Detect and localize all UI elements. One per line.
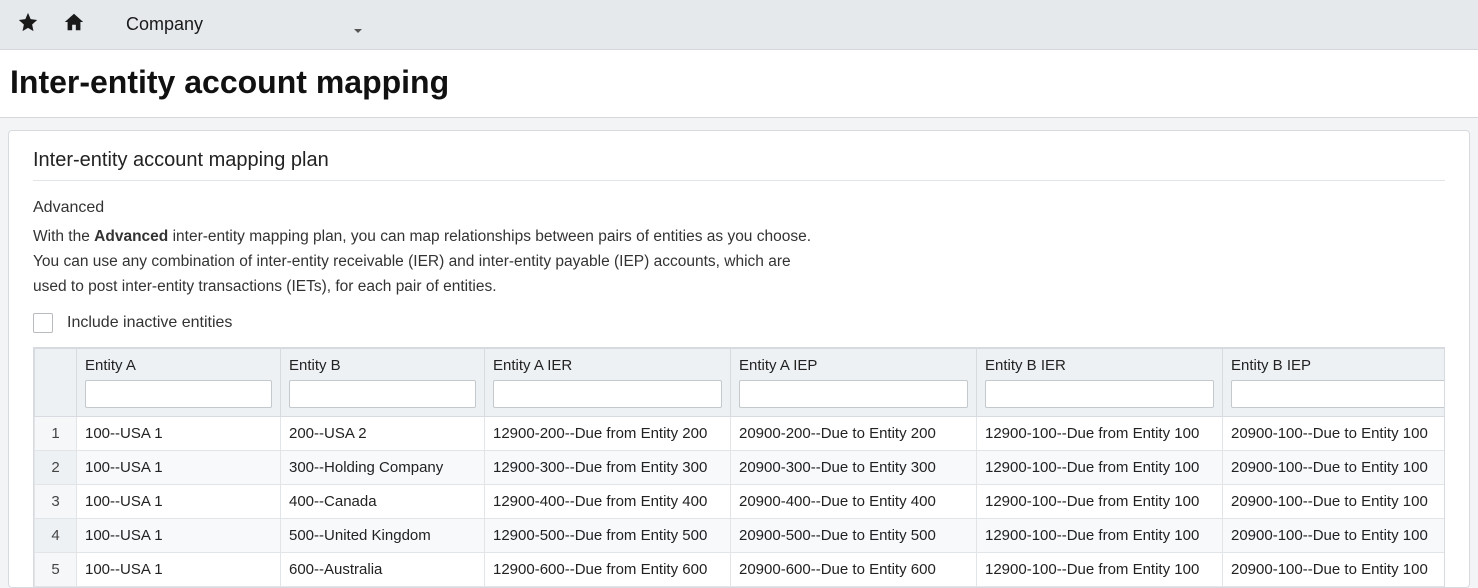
cell-entity-b: 600--Australia [281, 553, 485, 587]
table-row[interactable]: 1100--USA 1200--USA 212900-200--Due from… [35, 417, 1446, 451]
cell-entity-a-iep: 20900-400--Due to Entity 400 [731, 485, 977, 519]
col-entity-b[interactable]: Entity B [281, 349, 485, 417]
rownum-cell: 4 [35, 519, 77, 553]
cell-entity-b: 400--Canada [281, 485, 485, 519]
col-entity-b-iep-label: Entity B IEP [1231, 357, 1311, 374]
table-row[interactable]: 3100--USA 1400--Canada12900-400--Due fro… [35, 485, 1446, 519]
chevron-down-icon [353, 20, 363, 30]
cell-entity-a: 100--USA 1 [77, 451, 281, 485]
panel-heading: Inter-entity account mapping plan [33, 149, 1445, 181]
cell-entity-b-ier: 12900-100--Due from Entity 100 [977, 485, 1223, 519]
col-entity-a-iep[interactable]: Entity A IEP [731, 349, 977, 417]
filter-entity-a[interactable] [85, 380, 272, 408]
cell-entity-a-ier: 12900-300--Due from Entity 300 [485, 451, 731, 485]
plan-name: Advanced [33, 199, 1445, 217]
cell-entity-b-ier: 12900-100--Due from Entity 100 [977, 417, 1223, 451]
cell-entity-b-iep: 20900-100--Due to Entity 100 [1223, 519, 1446, 553]
cell-entity-a: 100--USA 1 [77, 553, 281, 587]
plan-description-prefix: With the [33, 228, 94, 245]
plan-description-bold: Advanced [94, 228, 168, 245]
company-dropdown[interactable]: Company [118, 10, 371, 39]
cell-entity-a-iep: 20900-300--Due to Entity 300 [731, 451, 977, 485]
rownum-header [35, 349, 77, 417]
cell-entity-a-ier: 12900-200--Due from Entity 200 [485, 417, 731, 451]
cell-entity-b-ier: 12900-100--Due from Entity 100 [977, 553, 1223, 587]
cell-entity-a-iep: 20900-600--Due to Entity 600 [731, 553, 977, 587]
table-header-row: Entity A Entity B Entity A IER Enti [35, 349, 1446, 417]
col-entity-b-ier-label: Entity B IER [985, 357, 1066, 374]
star-icon [17, 11, 39, 38]
cell-entity-b-iep: 20900-100--Due to Entity 100 [1223, 417, 1446, 451]
include-inactive-row: Include inactive entities [33, 313, 1445, 333]
filter-entity-b-ier[interactable] [985, 380, 1214, 408]
filter-entity-b[interactable] [289, 380, 476, 408]
filter-entity-a-ier[interactable] [493, 380, 722, 408]
rownum-cell: 3 [35, 485, 77, 519]
include-inactive-label: Include inactive entities [67, 314, 232, 332]
include-inactive-checkbox[interactable] [33, 313, 53, 333]
cell-entity-a-ier: 12900-400--Due from Entity 400 [485, 485, 731, 519]
filter-entity-b-iep[interactable] [1231, 380, 1445, 408]
col-entity-a-ier[interactable]: Entity A IER [485, 349, 731, 417]
cell-entity-b: 500--United Kingdom [281, 519, 485, 553]
page-title-strip: Inter-entity account mapping [0, 50, 1478, 118]
cell-entity-a: 100--USA 1 [77, 417, 281, 451]
cell-entity-b: 300--Holding Company [281, 451, 485, 485]
col-entity-a-iep-label: Entity A IEP [739, 357, 817, 374]
plan-description: With the Advanced inter-entity mapping p… [33, 225, 813, 299]
table-row[interactable]: 2100--USA 1300--Holding Company12900-300… [35, 451, 1446, 485]
cell-entity-b-ier: 12900-100--Due from Entity 100 [977, 451, 1223, 485]
col-entity-b-label: Entity B [289, 357, 341, 374]
mapping-table: Entity A Entity B Entity A IER Enti [33, 347, 1445, 587]
mapping-plan-panel: Inter-entity account mapping plan Advanc… [8, 130, 1470, 588]
rownum-cell: 2 [35, 451, 77, 485]
col-entity-a-label: Entity A [85, 357, 135, 374]
cell-entity-a-ier: 12900-600--Due from Entity 600 [485, 553, 731, 587]
home-icon [63, 11, 85, 38]
cell-entity-a: 100--USA 1 [77, 519, 281, 553]
filter-entity-a-iep[interactable] [739, 380, 968, 408]
cell-entity-a-iep: 20900-500--Due to Entity 500 [731, 519, 977, 553]
cell-entity-b-iep: 20900-100--Due to Entity 100 [1223, 485, 1446, 519]
rownum-cell: 1 [35, 417, 77, 451]
table-row[interactable]: 5100--USA 1600--Australia12900-600--Due … [35, 553, 1446, 587]
cell-entity-a: 100--USA 1 [77, 485, 281, 519]
cell-entity-b-ier: 12900-100--Due from Entity 100 [977, 519, 1223, 553]
col-entity-a[interactable]: Entity A [77, 349, 281, 417]
cell-entity-a-ier: 12900-500--Due from Entity 500 [485, 519, 731, 553]
page-title: Inter-entity account mapping [10, 64, 1468, 101]
col-entity-b-iep[interactable]: Entity B IEP [1223, 349, 1446, 417]
favorite-button[interactable] [12, 9, 44, 41]
col-entity-a-ier-label: Entity A IER [493, 357, 572, 374]
topbar: Company [0, 0, 1478, 50]
home-button[interactable] [58, 9, 90, 41]
cell-entity-a-iep: 20900-200--Due to Entity 200 [731, 417, 977, 451]
cell-entity-b-iep: 20900-100--Due to Entity 100 [1223, 451, 1446, 485]
col-entity-b-ier[interactable]: Entity B IER [977, 349, 1223, 417]
cell-entity-b-iep: 20900-100--Due to Entity 100 [1223, 553, 1446, 587]
table-row[interactable]: 4100--USA 1500--United Kingdom12900-500-… [35, 519, 1446, 553]
cell-entity-b: 200--USA 2 [281, 417, 485, 451]
rownum-cell: 5 [35, 553, 77, 587]
company-dropdown-label: Company [126, 14, 203, 35]
